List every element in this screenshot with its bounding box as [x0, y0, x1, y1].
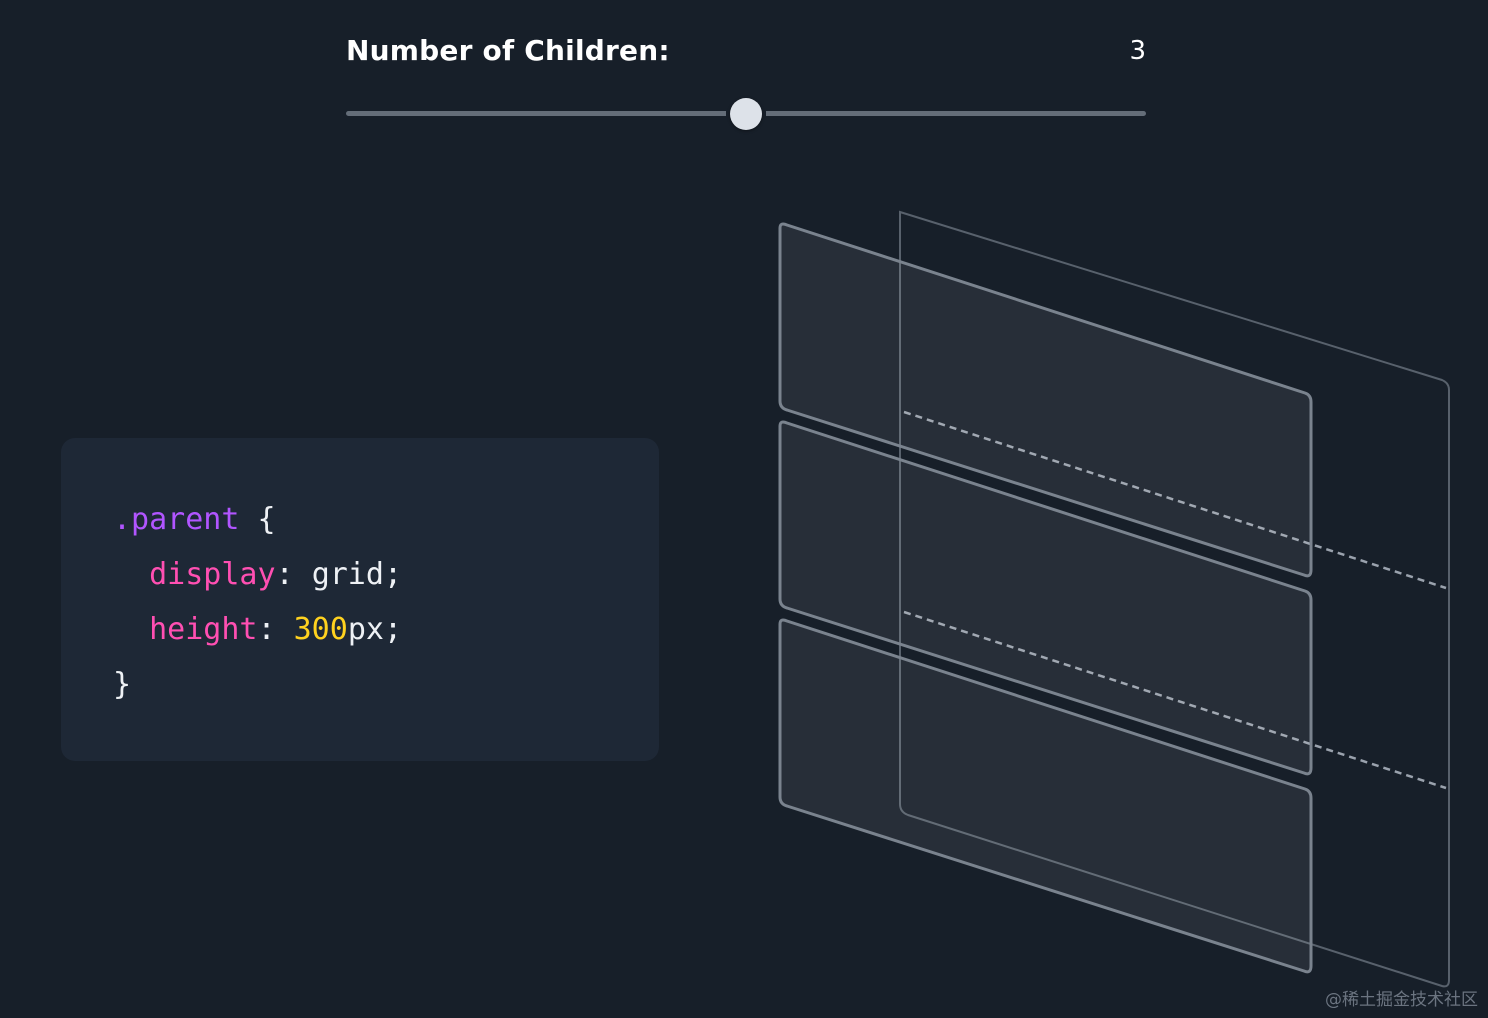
- code-value-height-unit: px: [347, 612, 384, 647]
- children-count-slider[interactable]: [346, 98, 1146, 130]
- code-panel: .parent { display: grid; height: 300px; …: [61, 438, 659, 761]
- slider-thumb[interactable]: [730, 98, 762, 130]
- code-value-height-number: 300: [293, 612, 348, 647]
- code-property-display: display: [149, 557, 276, 592]
- css-code-block: .parent { display: grid; height: 300px; …: [113, 502, 402, 702]
- grid-children: [778, 222, 1313, 974]
- code-close-brace: }: [113, 667, 132, 702]
- code-selector: .parent: [113, 502, 240, 537]
- code-open-brace: {: [257, 502, 276, 537]
- code-value-display: grid: [311, 557, 384, 592]
- children-count-value: 3: [1129, 36, 1146, 66]
- watermark: @稀土掘金技术社区: [1325, 990, 1478, 1010]
- code-property-height: height: [149, 612, 258, 647]
- children-count-label: Number of Children:: [346, 34, 670, 67]
- grid-layers-diagram: [778, 210, 1450, 988]
